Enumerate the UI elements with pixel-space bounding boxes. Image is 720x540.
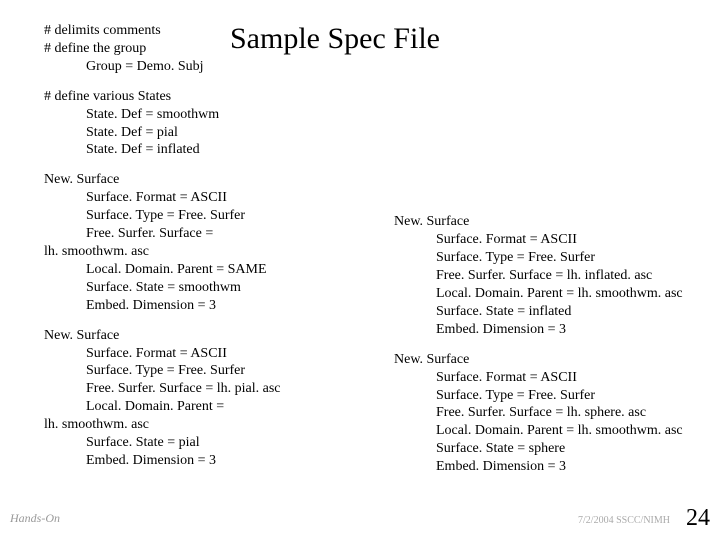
- text-line: State. Def = inflated: [44, 141, 692, 159]
- text-line: lh. smoothwm. asc: [44, 243, 354, 261]
- text-line: Surface. Type = Free. Surfer: [394, 387, 684, 405]
- surface-block-3: New. SurfaceSurface. Format = ASCIISurfa…: [394, 213, 684, 338]
- text-line: lh. smoothwm. asc: [44, 416, 354, 434]
- text-line: Group = Demo. Subj: [44, 58, 692, 76]
- text-line: Embed. Dimension = 3: [394, 458, 684, 476]
- text-line: New. Surface: [394, 213, 684, 231]
- text-line: Surface. Type = Free. Surfer: [44, 362, 354, 380]
- slide-body: # delimits comments# define the groupGro…: [44, 22, 692, 488]
- block-states: # define various StatesState. Def = smoo…: [44, 88, 692, 160]
- text-line: Surface. State = smoothwm: [44, 279, 354, 297]
- footer-left: Hands-On: [10, 511, 60, 526]
- text-line: New. Surface: [394, 351, 684, 369]
- text-line: Surface. State = pial: [44, 434, 354, 452]
- text-line: Embed. Dimension = 3: [44, 297, 354, 315]
- footer-right: 7/2/2004 SSCC/NIMH: [578, 515, 670, 526]
- text-line: Surface. Format = ASCII: [394, 369, 684, 387]
- text-line: Surface. Type = Free. Surfer: [394, 249, 684, 267]
- text-line: # define various States: [44, 88, 692, 106]
- text-line: Embed. Dimension = 3: [394, 321, 684, 339]
- text-line: Free. Surfer. Surface = lh. sphere. asc: [394, 404, 684, 422]
- surface-block-2: New. SurfaceSurface. Format = ASCIISurfa…: [44, 327, 354, 470]
- text-line: Local. Domain. Parent = SAME: [44, 261, 354, 279]
- text-line: Local. Domain. Parent =: [44, 398, 354, 416]
- text-line: Surface. State = sphere: [394, 440, 684, 458]
- text-line: Local. Domain. Parent = lh. smoothwm. as…: [394, 422, 684, 440]
- text-line: Surface. State = inflated: [394, 303, 684, 321]
- slide: Sample Spec File # delimits comments# de…: [0, 0, 720, 540]
- text-line: Embed. Dimension = 3: [44, 452, 354, 470]
- slide-title: Sample Spec File: [230, 22, 440, 56]
- text-line: State. Def = smoothwm: [44, 106, 692, 124]
- text-line: New. Surface: [44, 327, 354, 345]
- text-line: Free. Surfer. Surface = lh. pial. asc: [44, 380, 354, 398]
- text-line: Local. Domain. Parent = lh. smoothwm. as…: [394, 285, 684, 303]
- text-line: Surface. Format = ASCII: [44, 345, 354, 363]
- text-line: Free. Surfer. Surface =: [44, 225, 354, 243]
- text-line: State. Def = pial: [44, 124, 692, 142]
- text-line: Surface. Format = ASCII: [44, 189, 354, 207]
- surface-block-4: New. SurfaceSurface. Format = ASCIISurfa…: [394, 351, 684, 476]
- right-column: New. SurfaceSurface. Format = ASCIISurfa…: [394, 171, 684, 488]
- two-columns: New. SurfaceSurface. Format = ASCIISurfa…: [44, 171, 692, 488]
- text-line: Surface. Format = ASCII: [394, 231, 684, 249]
- text-line: New. Surface: [44, 171, 354, 189]
- left-column: New. SurfaceSurface. Format = ASCIISurfa…: [44, 171, 354, 488]
- text-line: Free. Surfer. Surface = lh. inflated. as…: [394, 267, 684, 285]
- surface-block-1: New. SurfaceSurface. Format = ASCIISurfa…: [44, 171, 354, 314]
- page-number: 24: [686, 505, 710, 532]
- text-line: Surface. Type = Free. Surfer: [44, 207, 354, 225]
